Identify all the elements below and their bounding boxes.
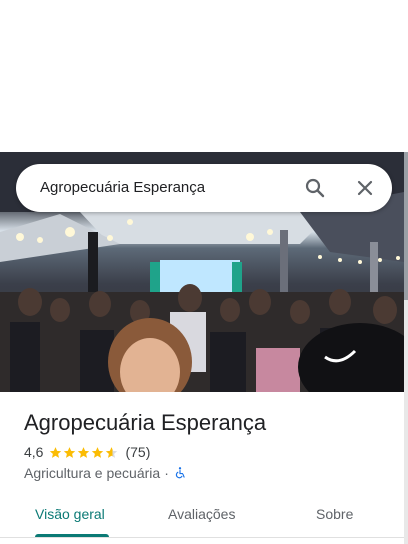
tab-about[interactable]: Sobre — [316, 506, 353, 522]
star-icon — [50, 446, 62, 458]
star-icon — [92, 446, 104, 458]
rating-value: 4,6 — [24, 444, 44, 460]
close-icon[interactable] — [353, 176, 377, 200]
place-page: Agropecuária Esperança Agropecuária Espe… — [0, 0, 408, 544]
category-row: Agricultura e pecuária · — [24, 465, 187, 481]
search-icon[interactable] — [303, 176, 327, 200]
rating-row[interactable]: 4,6 (75) — [24, 444, 150, 460]
tab-overview[interactable]: Visão geral — [35, 506, 105, 522]
tab-reviews[interactable]: Avaliações — [168, 506, 235, 522]
scrollbar-thumb[interactable] — [404, 152, 408, 300]
review-count[interactable]: (75) — [125, 444, 150, 460]
star-icon — [78, 446, 90, 458]
star-icon — [64, 446, 76, 458]
category-label[interactable]: Agricultura e pecuária — [24, 465, 160, 481]
tabs-divider — [0, 537, 404, 538]
search-input[interactable]: Agropecuária Esperança — [40, 179, 205, 196]
blank-area — [0, 0, 408, 152]
place-title: Agropecuária Esperança — [24, 410, 267, 435]
star-half-icon — [106, 446, 118, 458]
wheelchair-icon — [175, 467, 185, 479]
rating-stars — [49, 446, 119, 459]
search-bar[interactable]: Agropecuária Esperança — [16, 164, 392, 212]
separator-dot: · — [164, 465, 169, 481]
